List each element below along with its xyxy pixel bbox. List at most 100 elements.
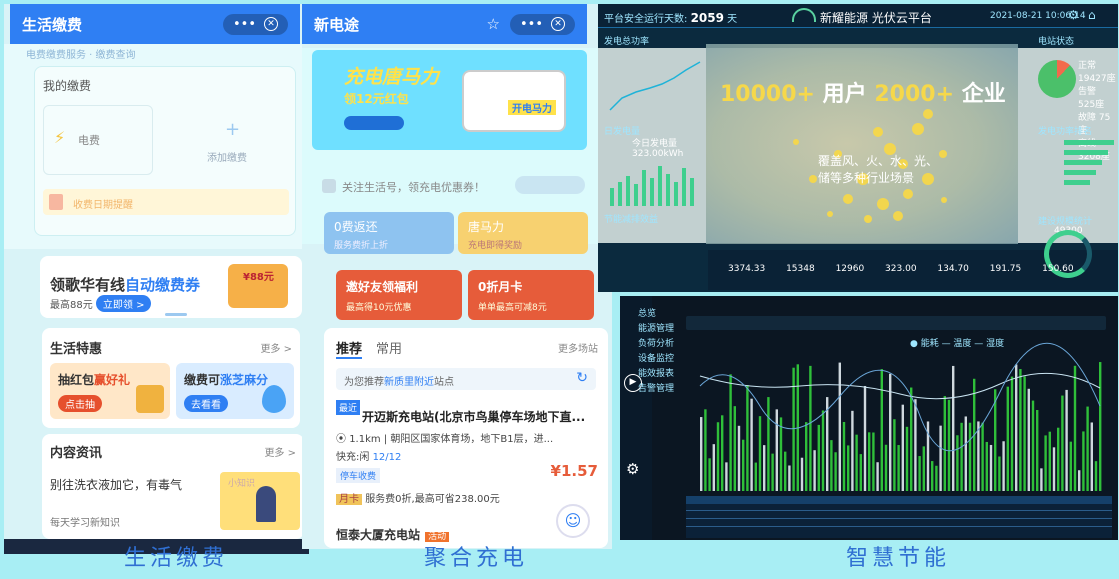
bottom-kpis: 3374.33 15348 12960 323.00 134.70 191.75… <box>728 264 1074 274</box>
promo-button[interactable] <box>344 116 404 130</box>
trend-bar <box>994 389 997 491</box>
trend-bar <box>1040 468 1043 491</box>
label-charging: 聚合充电 <box>424 546 529 571</box>
miniapp-capsule: ••• ✕ <box>222 13 288 35</box>
trend-bar <box>1057 427 1060 491</box>
trend-bar <box>905 426 909 491</box>
trend-bar <box>931 461 934 491</box>
trend-bar <box>1023 376 1026 491</box>
coupon-tile-yellow[interactable]: 唐马力 充电即得奖励 <box>458 212 588 254</box>
trend-bar <box>842 421 846 491</box>
sesame-button[interactable]: 去看看 <box>184 395 228 412</box>
trend-bar <box>901 404 904 491</box>
monthly-card-tile[interactable]: 0折月卡 单单最高可减8元 <box>468 270 594 320</box>
person-illustration <box>256 486 276 522</box>
trend-bar <box>1052 447 1056 491</box>
deals-title: 生活特惠 <box>50 342 103 357</box>
red-envelope-image: ¥88元 <box>228 264 288 308</box>
daily-gen-bars <box>610 166 694 206</box>
trend-bar <box>855 434 858 491</box>
pin-icon: ⦿ <box>336 434 350 445</box>
gen-power-chart <box>609 61 701 111</box>
trend-bar <box>1027 388 1030 491</box>
trend-bar <box>910 387 913 491</box>
close-icon[interactable]: ✕ <box>264 17 278 31</box>
reminder-icon <box>49 194 63 210</box>
trend-bar <box>800 457 804 491</box>
fast-charge-count: 快充:闲 12/12 <box>336 452 402 463</box>
trend-bar <box>1044 435 1047 491</box>
trend-bar <box>708 458 711 491</box>
news-more-link[interactable]: 更多 > <box>264 444 296 459</box>
close-icon[interactable]: ✕ <box>551 17 565 31</box>
trend-bar <box>775 409 778 491</box>
trend-bar <box>922 446 925 491</box>
tab-recommended[interactable]: 推荐 <box>336 338 363 359</box>
trend-bar <box>750 398 753 491</box>
reminder-text: 收费日期提醒 <box>73 200 133 211</box>
trend-table <box>686 496 1112 538</box>
customer-service-icon[interactable]: ☺ <box>556 504 590 538</box>
my-payments-card: 我的缴费 ⚡ 电费 + 添加缴费 收费日期提醒 <box>34 66 296 236</box>
trend-bar <box>729 374 732 491</box>
jeep-image: 开电马力 <box>462 70 566 132</box>
ranking-bars <box>1064 140 1114 185</box>
trend-bar <box>981 422 984 491</box>
trend-bar <box>746 385 749 491</box>
trend-bar <box>1019 369 1022 491</box>
trend-bar <box>1031 400 1035 491</box>
label-smart-energy: 智慧节能 <box>846 546 951 571</box>
lightning-icon: ⚡ <box>54 128 66 147</box>
ad-card[interactable]: 领歌华有线自动缴费券 最高88元 立即领 > ¥88元 <box>40 256 302 318</box>
claim-now-button[interactable]: 立即领 > <box>95 295 152 312</box>
trend-bar <box>956 435 959 491</box>
trend-bar <box>851 410 854 491</box>
trend-bar <box>733 406 736 491</box>
station-card[interactable]: 最近 开迈斯充电站(北京市鸟巢停车场地下直... ⦿ 1.1km | 朝阳区国家… <box>336 398 598 506</box>
ad-subtitle: 最高88元 立即领 > <box>50 295 152 312</box>
more-stations-link[interactable]: 更多场站 <box>558 340 598 355</box>
trend-bar <box>1048 431 1051 491</box>
more-icon[interactable]: ••• <box>233 17 256 32</box>
invite-tile[interactable]: 邀好友领福利 最高得10元优惠 <box>336 270 462 320</box>
more-icon[interactable]: ••• <box>520 17 543 32</box>
ad-title: 领歌华有线自动缴费券 <box>50 276 201 294</box>
trend-bar <box>868 432 871 491</box>
news-headline[interactable]: 别往洗衣液加它，有毒气 <box>50 476 182 493</box>
trend-bar <box>1082 431 1085 491</box>
map-headline: 10000+ 用户 2000+ 企业 <box>720 82 1006 107</box>
trend-bar <box>1069 441 1072 491</box>
sesame-deal[interactable]: 缴费可涨芝麻分 去看看 <box>176 363 294 419</box>
trend-bar <box>1078 470 1081 491</box>
trend-bar <box>1094 461 1098 491</box>
trend-bar <box>952 365 955 491</box>
follow-button[interactable] <box>515 176 585 194</box>
station-address: ⦿ 1.1km | 朝阳区国家体育场，地下B1层，进... <box>336 434 554 445</box>
coupon-tile-blue[interactable]: 0费返还 服务费折上折 <box>324 212 454 254</box>
ev-header: 新电途 ☆ ••• ✕ <box>302 4 587 44</box>
star-icon[interactable]: ☆ <box>487 15 500 33</box>
trend-bar <box>880 369 883 491</box>
trend-bar <box>897 445 900 491</box>
trend-bar <box>716 422 720 491</box>
refresh-icon[interactable]: ↻ <box>576 370 588 386</box>
dash-bottom-row: 3374.33 15348 12960 323.00 134.70 191.75… <box>708 230 1118 290</box>
trend-bar <box>960 422 963 491</box>
location-bar: 为您推荐新质里附近站点 ↻ <box>336 368 596 390</box>
lottery-deal[interactable]: 抽红包赢好礼 点击抽 <box>50 363 170 419</box>
trend-bar <box>1099 362 1102 491</box>
electricity-label: 电费 <box>78 134 100 147</box>
deals-more-link[interactable]: 更多 > <box>260 340 292 355</box>
add-payment-label: 添加缴费 <box>207 153 247 164</box>
add-payment-tile[interactable]: + 添加缴费 <box>185 105 285 175</box>
ev-app-title: 新电途 <box>314 15 360 34</box>
pv-dashboard-panel: 平台安全运行天数: 2059 天 新耀能源 光伏云平台 2021-08-21 1… <box>598 4 1118 292</box>
trend-bar <box>935 465 938 491</box>
trend-bar <box>1065 389 1068 491</box>
trend-bar <box>918 456 921 491</box>
promo-banner[interactable]: 充电唐马力 领12元红包 开电马力 <box>312 50 587 150</box>
electricity-tile[interactable]: ⚡ 电费 <box>43 105 153 175</box>
tab-common[interactable]: 常用 <box>376 338 402 357</box>
ev-charging-panel: 新电途 ☆ ••• ✕ 充电唐马力 领12元红包 开电马力 关注生活号，领充电优… <box>302 4 612 549</box>
lottery-button[interactable]: 点击抽 <box>58 395 102 412</box>
